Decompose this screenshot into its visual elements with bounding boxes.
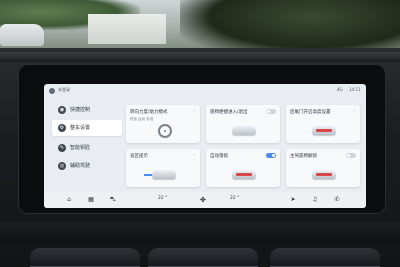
air-vent-right <box>270 248 380 267</box>
car-red-icon <box>304 166 344 182</box>
card-tailgate-height[interactable]: 后尾门开启高度设置 › <box>286 105 360 143</box>
sidebar: ◉ 快捷控制 ⚙ 整车设置 ✎ 智能钥匙 ◎ 辅助驾驶 <box>52 102 122 198</box>
more-icon[interactable]: › <box>193 108 195 113</box>
smart-key-icon: ✎ <box>58 144 66 152</box>
air-vent-left <box>30 248 140 267</box>
sidebar-item-vehicle-settings[interactable]: ⚙ 整车设置 <box>52 120 122 136</box>
card-title: 主驾座椅解锁 <box>290 154 317 159</box>
driver-assist-icon: ◎ <box>58 162 66 170</box>
card-title: 转向力度/助力模式 <box>130 110 168 115</box>
infotainment-screen: 未登录 4G 14:11 ◉ 快捷控制 ⚙ 整车设置 ✎ 智能钥匙 ◎ 辅助驾驶 <box>44 84 366 208</box>
apps-icon[interactable]: ▦ <box>86 195 96 205</box>
auto-lock-toggle[interactable] <box>266 153 276 158</box>
clock: 14:11 <box>349 87 361 92</box>
more-icon[interactable]: › <box>193 152 195 157</box>
right-temperature[interactable]: 22 ° <box>230 196 239 201</box>
tailgate-icon <box>304 122 344 138</box>
seat-icon <box>224 122 264 138</box>
parked-car <box>0 24 44 46</box>
card-blind-spot[interactable]: 盲区提示 › <box>126 149 200 187</box>
status-bar: 未登录 4G 14:11 <box>44 84 366 98</box>
dashboard-trim <box>0 52 400 62</box>
car-red-icon <box>224 166 264 182</box>
vehicle-settings-icon: ⚙ <box>58 124 66 132</box>
card-seat-easy-entry[interactable]: 座椅便捷进入/退出 <box>206 105 280 143</box>
settings-cards: 转向力度/助力模式 舒适 运动 标准 › 座椅便捷进入/退出 后尾门开启高度设置… <box>126 105 362 189</box>
card-title: 座椅便捷进入/退出 <box>210 110 248 115</box>
username[interactable]: 未登录 <box>58 87 70 93</box>
bottom-bar: ⌂ ▦ ⛍ 22 ° ✤ 22 ° ➤ ♫ ✆ <box>44 192 366 208</box>
sidebar-item-label: 快捷控制 <box>70 107 91 113</box>
card-title: 盲区提示 <box>130 154 148 159</box>
music-icon[interactable]: ♫ <box>310 195 320 205</box>
photo-scene: 未登录 4G 14:11 ◉ 快捷控制 ⚙ 整车设置 ✎ 智能钥匙 ◎ 辅助驾驶 <box>0 0 400 267</box>
sidebar-item-driver-assist[interactable]: ◎ 辅助驾驶 <box>52 158 122 174</box>
card-auto-lock[interactable]: 自动落锁 <box>206 149 280 187</box>
card-driver-seat-unlock[interactable]: 主驾座椅解锁 <box>286 149 360 187</box>
air-vent-center <box>148 248 258 267</box>
card-title: 自动落锁 <box>210 154 228 159</box>
car-icon[interactable]: ⛍ <box>108 195 118 205</box>
avatar[interactable] <box>49 88 55 94</box>
building <box>88 14 166 44</box>
console-strip <box>0 222 400 244</box>
sidebar-item-label: 整车设置 <box>70 125 91 131</box>
home-icon[interactable]: ⌂ <box>64 195 74 205</box>
signal-indicator: 4G <box>337 87 343 92</box>
phone-icon[interactable]: ✆ <box>332 195 342 205</box>
navigation-icon[interactable]: ➤ <box>288 195 298 205</box>
sidebar-item-quick-control[interactable]: ◉ 快捷控制 <box>52 102 122 118</box>
quick-control-icon: ◉ <box>58 106 66 114</box>
car-blue-icon <box>144 166 184 182</box>
more-icon[interactable]: › <box>353 108 355 113</box>
sidebar-item-smart-key[interactable]: ✎ 智能钥匙 <box>52 140 122 156</box>
sidebar-item-label: 智能钥匙 <box>70 145 91 151</box>
driver-seat-unlock-toggle[interactable] <box>346 153 356 158</box>
steering-wheel-icon <box>144 122 184 138</box>
seat-easy-entry-toggle[interactable] <box>266 109 276 114</box>
card-steering-mode[interactable]: 转向力度/助力模式 舒适 运动 标准 › <box>126 105 200 143</box>
left-temperature[interactable]: 22 ° <box>158 196 167 201</box>
sidebar-item-label: 辅助驾驶 <box>70 163 91 169</box>
card-title: 后尾门开启高度设置 <box>290 110 331 115</box>
fan-icon[interactable]: ✤ <box>200 195 206 205</box>
